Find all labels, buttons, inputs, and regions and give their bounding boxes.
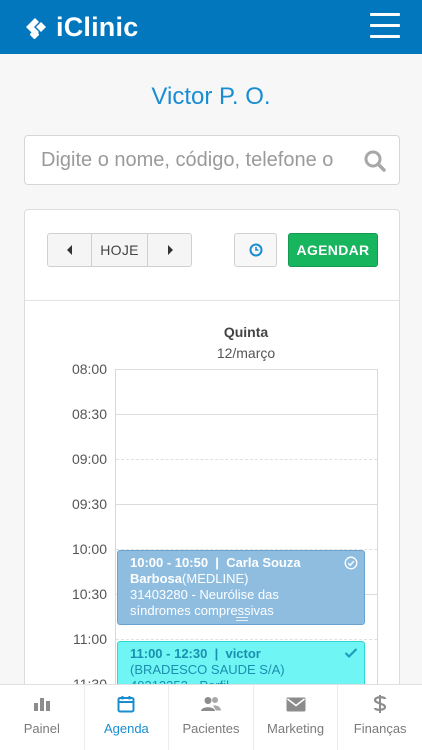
day-name: Quinta <box>223 324 269 340</box>
tab-pacientes[interactable]: Pacientes <box>169 685 254 750</box>
search-input[interactable] <box>41 144 361 176</box>
app-name: iClinic <box>56 12 139 42</box>
caret-left-icon <box>66 245 72 255</box>
schedule-button[interactable]: AGENDAR <box>288 233 378 267</box>
time-label: 11:00 <box>73 631 107 647</box>
clock-icon <box>249 243 262 257</box>
grid-line <box>116 414 377 415</box>
next-day-button[interactable] <box>148 234 191 266</box>
envelope-icon <box>286 697 306 711</box>
day-date: 12/março <box>216 345 276 361</box>
today-button[interactable]: HOJE <box>91 234 148 266</box>
search-box <box>24 135 400 185</box>
event-header-line: 11:00 - 12:30 | victor <box>130 646 352 662</box>
grid-line <box>116 459 377 460</box>
check-circle-icon <box>344 556 358 570</box>
tab-marketing[interactable]: Marketing <box>254 685 339 750</box>
time-label: 10:30 <box>71 586 107 602</box>
grid-line <box>116 369 377 370</box>
time-label: 08:00 <box>71 361 107 377</box>
event-patient-surname: Barbosa <box>130 571 183 586</box>
event-header-line: 10:00 - 10:50 | Carla Souza <box>130 555 352 571</box>
event-time: 10:00 - 10:50 <box>130 555 209 570</box>
grid-line <box>116 639 377 640</box>
event-separator: | <box>211 555 223 570</box>
event-insurance: (BRADESCO SAUDE S/A) <box>130 662 285 677</box>
users-icon <box>200 697 221 711</box>
tab-financas[interactable]: Finanças <box>338 685 422 750</box>
tab-agenda[interactable]: Agenda <box>85 685 170 750</box>
calendar-icon <box>117 696 135 713</box>
tab-label: Painel <box>23 721 60 736</box>
event-patient-name: Carla Souza <box>226 555 301 570</box>
tab-label: Finanças <box>353 721 407 736</box>
tab-label: Agenda <box>103 721 149 736</box>
bottom-tab-bar: Painel Agenda Pacientes Marketing Finanç… <box>0 684 422 750</box>
event-insurance: (MEDLINE) <box>182 571 249 586</box>
menu-icon[interactable] <box>370 13 400 39</box>
app-logo[interactable]: iClinic <box>22 12 138 43</box>
time-label: 10:00 <box>71 541 107 557</box>
event-patient-line: Barbosa(MEDLINE) <box>130 571 352 587</box>
tab-painel[interactable]: Painel <box>0 685 85 750</box>
event-patient-name: victor <box>225 646 261 661</box>
time-label: 08:30 <box>71 406 107 422</box>
dollar-icon <box>374 695 387 713</box>
event-time: 11:00 - 12:30 <box>130 646 208 661</box>
date-nav-group: HOJE <box>47 233 192 267</box>
time-label: 09:00 <box>71 451 107 467</box>
time-view-button[interactable] <box>234 233 277 267</box>
event-procedure: 31403280 - Neurólise das <box>130 587 279 602</box>
tab-label: Pacientes <box>182 721 240 736</box>
user-name: Victor P. O. <box>151 83 271 110</box>
iclinic-logo-icon <box>26 17 46 39</box>
event-separator: | <box>210 646 222 661</box>
event-resize-handle[interactable] <box>236 617 248 621</box>
caret-right-icon <box>167 245 173 255</box>
app-header: iClinic <box>0 0 422 54</box>
bar-chart-icon <box>33 698 50 711</box>
search-icon[interactable] <box>363 149 387 173</box>
calendar-card: HOJE AGENDAR Quinta 12/março 08:00 08:30… <box>24 209 400 709</box>
toolbar-divider <box>25 300 399 301</box>
grid-line <box>116 504 377 505</box>
check-icon <box>344 648 358 659</box>
appointment-event[interactable]: 10:00 - 10:50 | Carla Souza Barbosa(MEDL… <box>117 550 365 625</box>
time-label: 09:30 <box>71 496 107 512</box>
tab-label: Marketing <box>267 721 325 736</box>
prev-day-button[interactable] <box>48 234 91 266</box>
